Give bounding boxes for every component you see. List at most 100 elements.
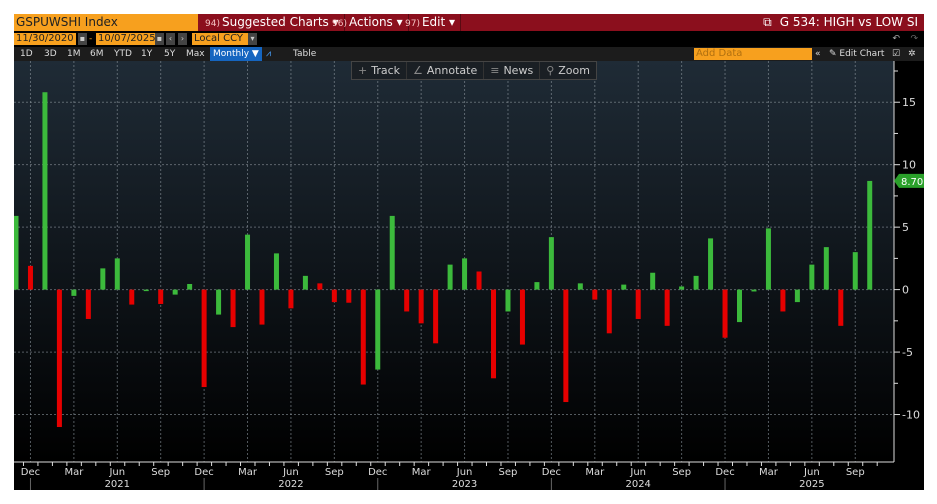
bar bbox=[331, 289, 337, 303]
bar bbox=[505, 289, 511, 312]
actions-menu[interactable]: 96) Actions ▾ bbox=[327, 14, 409, 31]
bar bbox=[71, 289, 77, 296]
frequency-select[interactable]: Monthly ▼ bbox=[210, 47, 262, 61]
gear-icon[interactable]: ✲ bbox=[908, 47, 916, 61]
bar bbox=[852, 252, 858, 290]
year-label: 2024 bbox=[625, 479, 650, 490]
bar-chart[interactable]: 15 10 5 0 -5 -10 Dec Mar Jun Sep Dec Mar Jun Sep Dec Ma… bbox=[14, 61, 924, 490]
bar bbox=[606, 289, 612, 334]
zoom-button[interactable]: ⚲ Zoom bbox=[540, 62, 596, 79]
x-tick-label: Sep bbox=[499, 467, 518, 478]
bar bbox=[56, 289, 62, 428]
chart-toolbar: + Track ∠ Annotate ≡ News ⚲ Zoom bbox=[351, 61, 597, 80]
x-tick-label: Sep bbox=[325, 467, 344, 478]
bar bbox=[650, 272, 656, 290]
news-label: News bbox=[503, 64, 534, 77]
y-tick-label: -5 bbox=[902, 346, 913, 359]
currency-select[interactable]: Local CCY bbox=[192, 33, 248, 45]
bar bbox=[245, 234, 251, 290]
bar bbox=[158, 289, 164, 304]
annotate-icon[interactable]: ☑ bbox=[892, 47, 900, 61]
x-tick-label: Jun bbox=[108, 467, 125, 478]
year-label: 2023 bbox=[452, 479, 477, 490]
bar bbox=[27, 265, 33, 290]
chart-title: ⧉ G 534: HIGH vs LOW SI bbox=[763, 14, 918, 31]
collapse-icon[interactable]: « bbox=[815, 47, 821, 61]
bar bbox=[447, 264, 453, 290]
period-1d[interactable]: 1D bbox=[20, 47, 33, 61]
bar bbox=[100, 268, 106, 290]
year-label: 2022 bbox=[278, 479, 303, 490]
annotate-label: Annotate bbox=[426, 64, 478, 77]
calendar-icon[interactable]: ▪ bbox=[155, 33, 164, 45]
bar bbox=[230, 289, 236, 328]
period-max[interactable]: Max bbox=[186, 47, 205, 61]
track-label: Track bbox=[371, 64, 401, 77]
period-3d[interactable]: 3D bbox=[44, 47, 57, 61]
end-date-input[interactable]: 10/07/2025 bbox=[96, 33, 158, 45]
bar bbox=[273, 253, 279, 290]
bar bbox=[679, 286, 685, 290]
y-tick-label: 0 bbox=[902, 284, 909, 297]
bar bbox=[577, 283, 583, 290]
next-icon[interactable]: › bbox=[178, 33, 187, 45]
bar bbox=[534, 282, 540, 290]
year-label: 2025 bbox=[799, 479, 824, 490]
bar bbox=[765, 228, 771, 290]
bar bbox=[823, 247, 829, 290]
bar bbox=[216, 289, 222, 315]
bar bbox=[433, 289, 439, 344]
zoom-label: Zoom bbox=[558, 64, 590, 77]
chart-title-text: G 534: HIGH vs LOW SI bbox=[779, 15, 918, 29]
menu-label: Suggested Charts ▾ bbox=[221, 15, 339, 29]
line-chart-icon[interactable]: ⩘ bbox=[266, 47, 271, 61]
bar bbox=[302, 275, 308, 290]
calendar-icon[interactable]: ▪ bbox=[78, 33, 87, 45]
bar bbox=[418, 289, 424, 324]
start-date-input[interactable]: 11/30/2020 bbox=[14, 33, 76, 45]
date-separator: - bbox=[89, 34, 93, 44]
period-1y[interactable]: 1Y bbox=[141, 47, 152, 61]
undo-icon[interactable]: ↶ bbox=[892, 32, 900, 46]
annotate-button[interactable]: ∠ Annotate bbox=[407, 62, 485, 79]
bar bbox=[114, 258, 120, 290]
track-button[interactable]: + Track bbox=[352, 62, 408, 79]
bar bbox=[867, 180, 873, 290]
news-icon: ≡ bbox=[490, 64, 500, 77]
menu-label: Edit ▾ bbox=[421, 15, 456, 29]
x-tick-label: Mar bbox=[412, 467, 432, 478]
table-button[interactable]: Table bbox=[293, 47, 316, 61]
edit-chart-button[interactable]: ✎ Edit Chart bbox=[829, 47, 884, 61]
x-tick-label: Mar bbox=[64, 467, 84, 478]
add-data-input[interactable]: Add Data bbox=[694, 48, 812, 60]
period-ytd[interactable]: YTD bbox=[114, 47, 132, 61]
bar bbox=[838, 289, 844, 326]
edit-menu[interactable]: 97) Edit ▾ bbox=[400, 14, 462, 31]
y-tick-label: -10 bbox=[902, 409, 920, 422]
ticker-input[interactable]: GSPUWSHI Index bbox=[14, 14, 198, 31]
x-tick-label: Mar bbox=[238, 467, 258, 478]
period-6m[interactable]: 6M bbox=[90, 47, 104, 61]
bar bbox=[360, 289, 366, 385]
menu-number: 96) bbox=[332, 19, 347, 29]
x-tick-label: Dec bbox=[368, 467, 387, 478]
chevron-down-icon[interactable]: ▾ bbox=[248, 33, 257, 45]
bar bbox=[187, 283, 193, 290]
period-1m[interactable]: 1M bbox=[67, 47, 81, 61]
redo-icon[interactable]: ↷ bbox=[910, 32, 918, 46]
bar bbox=[780, 289, 786, 312]
bar bbox=[794, 289, 800, 303]
prev-icon[interactable]: ‹ bbox=[166, 33, 175, 45]
bar bbox=[621, 284, 627, 290]
last-value-label: 8.70 bbox=[901, 177, 923, 188]
news-button[interactable]: ≡ News bbox=[484, 62, 541, 79]
bar bbox=[491, 289, 497, 379]
bar bbox=[722, 289, 728, 338]
bar bbox=[563, 289, 569, 403]
period-5y[interactable]: 5Y bbox=[164, 47, 175, 61]
menu-number: 94) bbox=[205, 19, 220, 29]
menu-number: 97) bbox=[405, 19, 420, 29]
popout-icon[interactable]: ⧉ bbox=[763, 15, 772, 29]
suggested-charts-menu[interactable]: 94) Suggested Charts ▾ bbox=[200, 14, 345, 31]
bar bbox=[809, 264, 815, 290]
